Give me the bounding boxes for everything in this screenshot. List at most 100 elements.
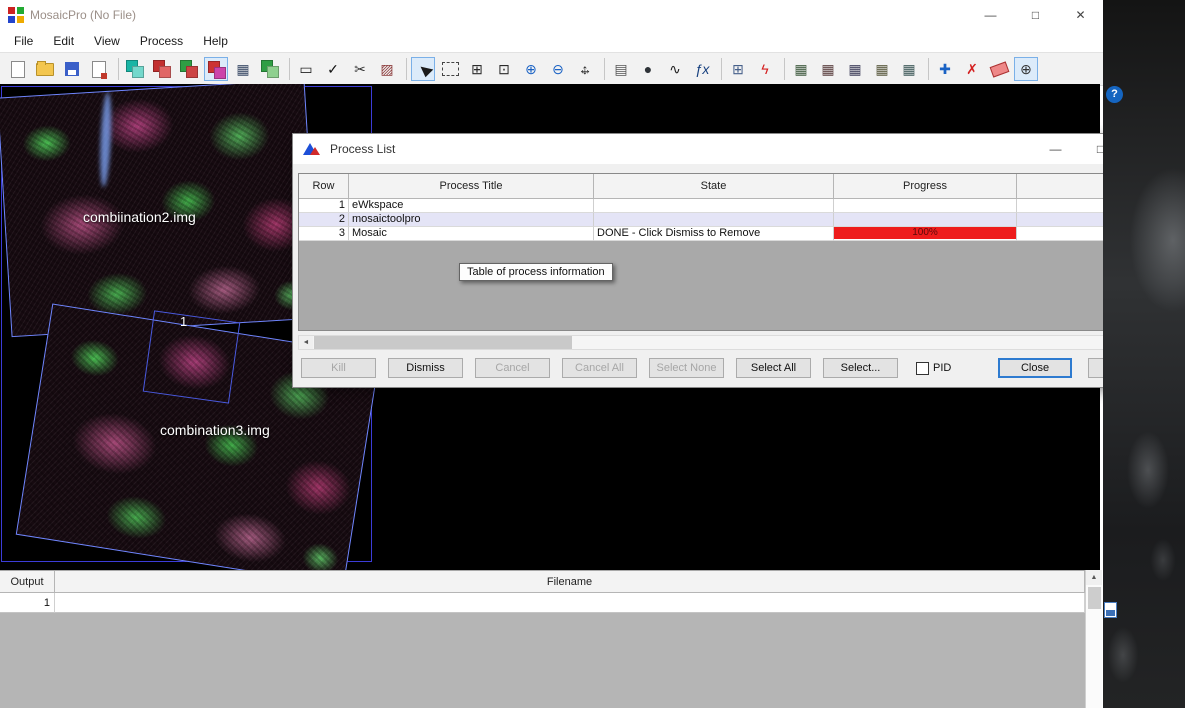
process-list-icon [303,141,321,157]
toolbar: ▦▭✓✂▨⊞⊡⊕⊖↔↕▤●∿ƒx⊞ϟ▦▦▦▦▦✚✗⊕ [0,52,1103,86]
cellarray-icon[interactable]: ▦ [231,57,255,81]
output-row-filename [55,593,1085,613]
scroll-left-icon[interactable]: ◄ [299,336,313,349]
table-tool-2-icon[interactable]: ▦ [816,57,840,81]
scroll-up-icon[interactable]: ▲ [1086,570,1102,585]
desktop-wallpaper: ? [1103,0,1185,708]
mosaic-display-teal-icon[interactable] [123,57,147,81]
cell-prog [834,213,1017,227]
dialog-buttons: Kill Dismiss Cancel Cancel All Select None Se… [301,358,1160,378]
cell-state [594,213,834,227]
column-header-process-title[interactable]: Process Title [349,174,594,199]
process-table-header: RowProcess TitleStateProgress [299,174,1145,199]
add-area-icon[interactable]: ✚ [933,57,957,81]
mosaic-intersection-icon[interactable] [204,57,228,81]
grid-table-icon[interactable]: ⊞ [726,57,750,81]
new-file-icon[interactable] [6,57,30,81]
mosaic-display-red-icon[interactable] [150,57,174,81]
pid-checkbox[interactable] [916,362,929,375]
image1-label: combiination2.img [83,209,196,225]
zoom-selection-icon[interactable]: ⊡ [492,57,516,81]
column-header-state[interactable]: State [594,174,834,199]
output-row[interactable]: 1 [0,593,1085,613]
process-row-2[interactable]: 2mosaictoolpro [299,213,1145,227]
dialog-horizontal-scrollbar[interactable]: ◄ ► [298,335,1146,350]
select-all-button[interactable]: Select All [736,358,811,378]
exclude-area-icon[interactable]: ▨ [375,57,399,81]
help-badge[interactable]: ? [1106,86,1123,103]
cell-num: 3 [299,227,349,241]
cell-state [594,199,834,213]
dialog-minimize-icon[interactable]: — [1033,134,1078,164]
cutline-tool-icon[interactable]: ✂ [348,57,372,81]
draw-rectangle-icon[interactable]: ▭ [294,57,318,81]
zoom-in-icon[interactable]: ⊕ [519,57,543,81]
cancel-all-button[interactable]: Cancel All [562,358,637,378]
desktop-mini-icon[interactable] [1104,602,1117,618]
mosaic-color-correction-icon[interactable] [177,57,201,81]
cell-title: mosaictoolpro [349,213,594,227]
process-table-rows: 1eWkspace2mosaictoolpro3MosaicDONE - Cli… [299,199,1145,241]
table-tool-3-icon[interactable]: ▦ [843,57,867,81]
zoom-extent-icon[interactable]: ⊞ [465,57,489,81]
process-row-3[interactable]: 3MosaicDONE - Click Dismiss to Remove100… [299,227,1145,241]
maximize-icon[interactable]: □ [1013,0,1058,30]
close-icon[interactable]: ✕ [1058,0,1103,30]
cell-title: eWkspace [349,199,594,213]
accept-tool-icon[interactable]: ✓ [321,57,345,81]
menu-view[interactable]: View [84,31,130,51]
output-column-header: Output [0,571,55,593]
table-tool-4-icon[interactable]: ▦ [870,57,894,81]
kill-button[interactable]: Kill [301,358,376,378]
dismiss-button[interactable]: Dismiss [388,358,463,378]
process-table-panel: RowProcess TitleStateProgress 1eWkspace2… [298,173,1146,331]
globe-icon[interactable]: ● [636,57,660,81]
print-layout-icon[interactable] [87,57,111,81]
output-table-header: Output Filename [0,570,1085,593]
delete-area-icon[interactable]: ✗ [960,57,984,81]
select-button[interactable]: Select... [823,358,898,378]
inspect-icon[interactable]: ⊕ [1014,57,1038,81]
zoom-out-icon[interactable]: ⊖ [546,57,570,81]
process-row-1[interactable]: 1eWkspace [299,199,1145,213]
scrollbar-thumb[interactable] [1088,587,1101,609]
scrollbar-thumb[interactable] [314,336,572,349]
table-tool-5-icon[interactable]: ▦ [897,57,921,81]
open-file-icon[interactable] [33,57,57,81]
layer-stack-icon[interactable]: ▤ [609,57,633,81]
pid-group: PID [916,362,951,375]
menu-help[interactable]: Help [193,31,238,51]
action-buttons: Kill Dismiss Cancel Cancel All Select None Se… [301,358,910,378]
cell-prog [834,199,1017,213]
eraser-icon[interactable] [987,57,1011,81]
menu-edit[interactable]: Edit [43,31,84,51]
filename-column-header: Filename [55,571,1085,593]
menu-file[interactable]: File [4,31,43,51]
column-header-row[interactable]: Row [299,174,349,199]
select-area-icon[interactable] [438,57,462,81]
cell-num: 1 [299,199,349,213]
output-scrollbar[interactable]: ▲ [1085,570,1102,708]
pan-icon[interactable]: ↔↕ [573,57,597,81]
column-header-progress[interactable]: Progress [834,174,1017,199]
profile-chart-icon[interactable]: ∿ [663,57,687,81]
close-button[interactable]: Close [998,358,1072,378]
mosaic-output-icon[interactable] [258,57,282,81]
table-tool-1-icon[interactable]: ▦ [789,57,813,81]
run-mosaic-icon[interactable]: ϟ [753,57,777,81]
toolbar-separator [604,58,605,80]
select-none-button[interactable]: Select None [649,358,724,378]
river-feature [99,92,113,187]
screen: MosaicPro (No File) — □ ✕ FileEditViewPr… [0,0,1185,708]
menubar: FileEditViewProcessHelp [0,30,1103,52]
image2-label: combination3.img [160,422,270,438]
minimize-icon[interactable]: — [968,0,1013,30]
window-controls: — □ ✕ [968,0,1103,30]
formula-icon[interactable]: ƒx [690,57,714,81]
save-icon[interactable] [60,57,84,81]
cancel-button[interactable]: Cancel [475,358,550,378]
menu-process[interactable]: Process [130,31,193,51]
pointer-tool-icon[interactable] [411,57,435,81]
toolbar-separator [406,58,407,80]
process-list-dialog: Process List — □ ✕ RowProcess TitleState… [292,133,1169,388]
